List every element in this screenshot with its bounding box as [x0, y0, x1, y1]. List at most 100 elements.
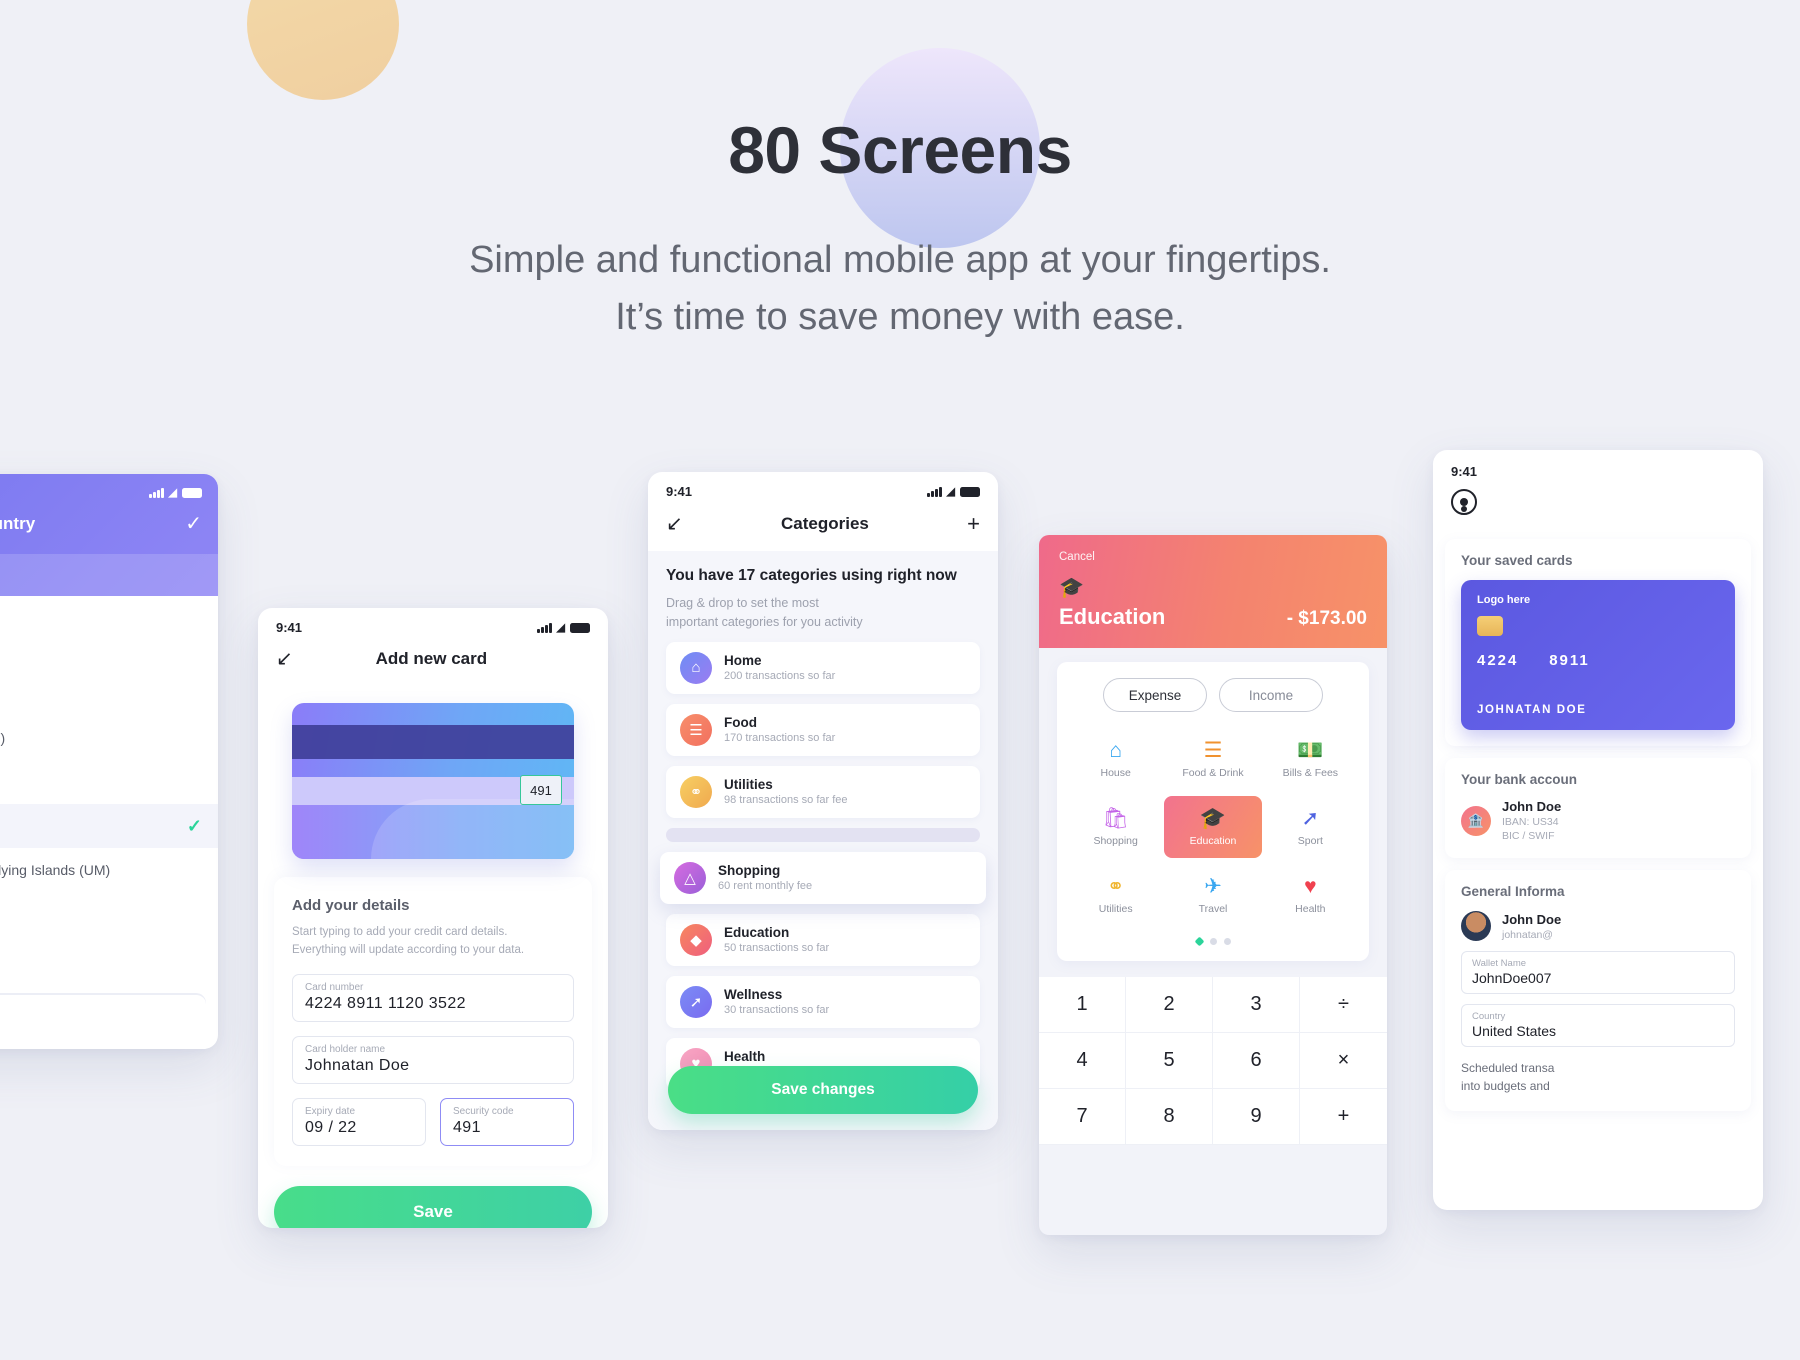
list-item[interactable]: ⚭ Utilities 98 transactions so far fee [666, 765, 980, 818]
card-number-field[interactable]: Card number 4224 8911 1120 3522 [292, 973, 574, 1022]
account-name: John Doe [1502, 799, 1562, 814]
section-title: Your saved cards [1461, 553, 1573, 568]
key-1[interactable]: 1 [1039, 977, 1126, 1033]
section-title: Your bank accoun [1461, 772, 1578, 787]
cancel-button[interactable]: Cancel [1059, 551, 1367, 563]
list-item[interactable]: ⌂ Home 200 transactions so far [666, 641, 980, 694]
grid-item-health[interactable]: ♥ Health [1262, 864, 1359, 926]
account-iban: IBAN: US34 [1502, 816, 1559, 828]
expiry-date-field[interactable]: Expiry date 09 / 22 [292, 1097, 426, 1146]
screenshot-stage: 80 Screens Simple and functional mobile … [0, 0, 1800, 1360]
list-item-dragging[interactable]: △ Shopping 60 rent monthly fee [660, 851, 986, 904]
runner-outline-icon: ➚ [1301, 806, 1320, 830]
list-item[interactable]: ) [0, 628, 218, 672]
key-2[interactable]: 2 [1126, 977, 1213, 1033]
pager-dots[interactable] [1057, 936, 1369, 947]
saved-bank-card[interactable]: Logo here 4224 8911 JOHNATAN DOE [1461, 580, 1735, 730]
runner-icon: ➚ [680, 985, 712, 1018]
card-holder-field[interactable]: Card holder name Johnatan Doe [292, 1035, 574, 1084]
list-item[interactable]: ☰ Food 170 transactions so far [666, 703, 980, 756]
form-hint-line-2: Everything will update according to your… [292, 943, 525, 956]
graduation-cap-icon: 🎓 [1059, 577, 1084, 599]
check-icon[interactable]: ✓ [185, 511, 202, 536]
key-7[interactable]: 7 [1039, 1089, 1126, 1145]
grid-label: Shopping [1093, 834, 1138, 847]
key-multiply[interactable]: × [1300, 1033, 1387, 1089]
card-swoosh [370, 799, 574, 859]
tab-expense[interactable]: Expense [1103, 678, 1207, 712]
burger-outline-icon: ☰ [1203, 738, 1223, 762]
list-item[interactable]: es Minor Outlying Islands (UM) [0, 848, 218, 892]
country-header: ◢ Select country ✓ [0, 474, 218, 596]
status-time: 9:41 [666, 484, 693, 499]
item-meta: 30 transactions so far [724, 1004, 830, 1016]
grid-item-sport[interactable]: ➚ Sport [1262, 796, 1359, 858]
list-item[interactable]: ) [0, 892, 218, 936]
grid-item-education-selected[interactable]: 🎓 Education [1164, 796, 1262, 858]
list-item[interactable]: dom (GB) [0, 760, 218, 804]
key-8[interactable]: 8 [1126, 1089, 1213, 1145]
grid-label: Health [1295, 902, 1326, 915]
key-9[interactable]: 9 [1213, 1089, 1300, 1145]
categories-subtext: Drag & drop to set the most important ca… [666, 594, 980, 632]
card-holder-name: JOHNATAN DOE [1477, 704, 1587, 716]
back-arrow-icon[interactable]: ↙ [276, 649, 293, 669]
key-divide[interactable]: ÷ [1300, 977, 1387, 1033]
grid-label: Sport [1297, 834, 1323, 847]
country-list[interactable]: ) ) Emirates (AE) dom (GB) es ✓ es Minor… [0, 616, 218, 980]
item-meta: 98 transactions so far fee [724, 794, 848, 806]
card-number-part-1: 4224 [1477, 652, 1519, 669]
grid-item-food[interactable]: ☰ Food & Drink [1164, 728, 1261, 790]
key-plus[interactable]: + [1300, 1089, 1387, 1145]
tab-income[interactable]: Income [1219, 678, 1323, 712]
key-4[interactable]: 4 [1039, 1033, 1126, 1089]
status-time: 9:41 [276, 620, 303, 635]
status-bar: 9:41 ◢ [258, 608, 608, 639]
save-button[interactable]: Save [274, 1185, 592, 1228]
back-arrow-icon[interactable]: ↙ [666, 514, 683, 534]
navbar: ↙ Categories + [648, 503, 998, 551]
grid-item-travel[interactable]: ✈ Travel [1164, 864, 1261, 926]
list-item[interactable]: ◆ Education 50 transactions so far [666, 913, 980, 966]
status-icons: ◢ [537, 621, 590, 634]
form-hint-line-1: Start typing to add your credit card det… [292, 926, 508, 938]
bank-account-row[interactable]: 🏦 John Doe IBAN: US34 BIC / SWIF [1461, 799, 1735, 842]
account-bic: BIC / SWIF [1502, 830, 1555, 842]
security-code-field[interactable]: Security code 491 [440, 1097, 574, 1146]
categories-body: You have 17 categories using right now D… [648, 551, 998, 1130]
general-information-section: General Informa John Doe johnatan@ Walle… [1445, 870, 1751, 1111]
signal-icon [149, 487, 164, 498]
list-item-selected[interactable]: es ✓ [0, 804, 218, 848]
list-item[interactable]: Emirates (AE) [0, 716, 218, 760]
profile-person-row[interactable]: John Doe johnatan@ [1461, 911, 1735, 941]
grid-item-utilities[interactable]: ⚭ Utilities [1067, 864, 1164, 926]
wallet-name-field[interactable]: Wallet Name JohnDoe007 [1461, 951, 1735, 994]
list-item[interactable]: UZ) [0, 936, 218, 980]
item-text: Food 170 transactions so far [724, 715, 835, 744]
key-5[interactable]: 5 [1126, 1033, 1213, 1089]
list-item[interactable]: ) [0, 672, 218, 716]
grid-item-shopping[interactable]: 🛍 Shopping [1067, 796, 1164, 858]
section-title: General Informa [1461, 884, 1565, 899]
save-changes-button[interactable]: Save changes [668, 1066, 978, 1114]
battery-icon [960, 486, 980, 497]
saved-cards-section: Your saved cards Logo here 4224 8911 JOH… [1445, 539, 1751, 746]
page-subtitle: Simple and functional mobile app at your… [0, 232, 1800, 346]
country-field[interactable]: Country United States [1461, 1004, 1735, 1047]
key-3[interactable]: 3 [1213, 977, 1300, 1033]
item-name: Shopping [718, 863, 781, 878]
page-title: 80 Screens [728, 113, 1072, 187]
form-hint: Start typing to add your credit card det… [292, 924, 574, 960]
plus-icon[interactable]: + [967, 513, 980, 535]
country-search-input[interactable] [0, 554, 218, 596]
grid-item-house[interactable]: ⌂ House [1067, 728, 1164, 790]
account-circle-icon[interactable] [1451, 489, 1477, 515]
bank-accounts-section: Your bank accoun 🏦 John Doe IBAN: US34 B… [1445, 758, 1751, 858]
key-6[interactable]: 6 [1213, 1033, 1300, 1089]
list-item[interactable]: ➚ Wellness 30 transactions so far [666, 975, 980, 1028]
grid-item-bills[interactable]: 💵 Bills & Fees [1262, 728, 1359, 790]
grid-label: Food & Drink [1182, 766, 1244, 779]
card-number: 4224 8911 [1477, 652, 1719, 669]
bulb-icon: ⚭ [680, 775, 712, 808]
card-stripe-dark [292, 725, 574, 759]
